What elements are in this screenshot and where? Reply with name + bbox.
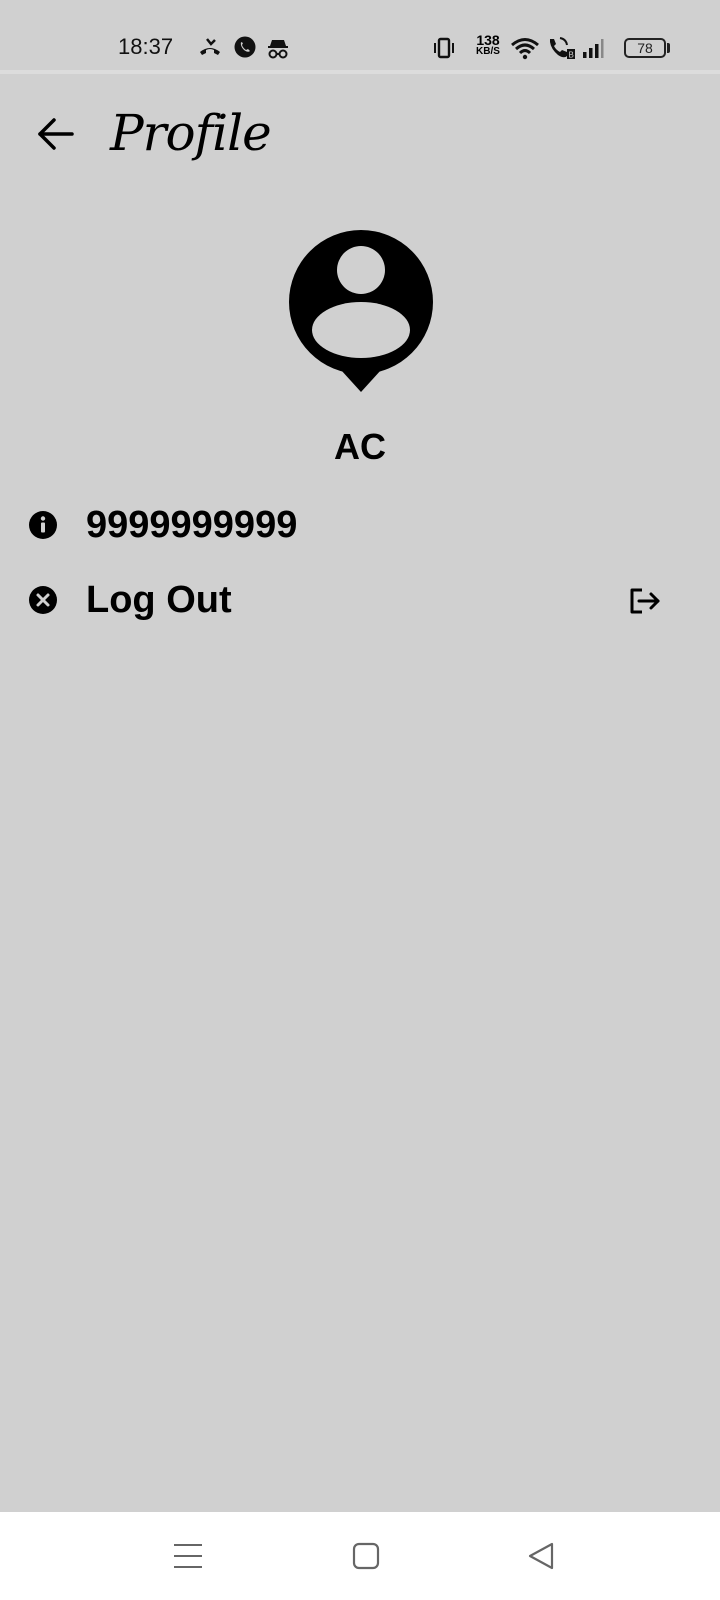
- missed-call-icon: [200, 38, 220, 55]
- navigation-bar: [0, 1512, 720, 1600]
- network-speed-value: 138: [476, 32, 500, 48]
- svg-text:B: B: [569, 51, 574, 60]
- logout-row[interactable]: Log Out: [0, 570, 720, 630]
- status-time: 18:37: [118, 34, 174, 59]
- info-icon: [29, 511, 57, 539]
- menu-icon[interactable]: [170, 1538, 206, 1574]
- page-title: Profile: [110, 104, 272, 162]
- whatsapp-icon: [234, 36, 256, 58]
- wifi-icon: [511, 38, 539, 60]
- network-speed: 138 KB/S: [472, 32, 504, 58]
- status-divider: [0, 70, 720, 74]
- back-triangle-icon[interactable]: [524, 1538, 560, 1574]
- volte-call-icon: B: [550, 37, 575, 60]
- vibrate-icon: [434, 37, 454, 59]
- phone-number: 9999999999: [86, 504, 298, 546]
- status-bar: 18:37 138 KB/S B 78: [0, 0, 720, 72]
- battery-tip: [667, 43, 670, 53]
- battery-level: 78: [637, 40, 653, 56]
- arrow-left-icon[interactable]: [34, 112, 78, 156]
- signal-icon: [583, 39, 604, 58]
- logout-label: Log Out: [86, 579, 232, 621]
- home-square-icon[interactable]: [348, 1538, 384, 1574]
- user-pin-icon: [289, 230, 433, 392]
- incognito-icon: [268, 40, 288, 59]
- cancel-circle-icon: [29, 586, 57, 614]
- phone-row: 9999999999: [0, 495, 720, 555]
- network-speed-unit: KB/S: [476, 46, 500, 57]
- battery-icon: 78: [624, 38, 666, 58]
- user-name: AC: [334, 426, 386, 467]
- logout-icon[interactable]: [628, 586, 662, 616]
